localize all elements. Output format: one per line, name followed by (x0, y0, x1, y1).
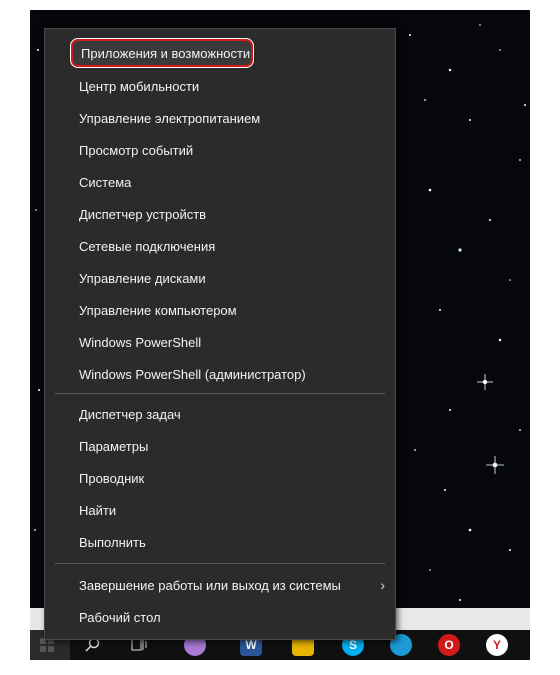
menu-item-label: Рабочий стол (79, 609, 161, 625)
menu-item-event-viewer[interactable]: Просмотр событий (45, 134, 395, 166)
menu-item-disk-management[interactable]: Управление дисками (45, 262, 395, 294)
menu-item-label: Сетевые подключения (79, 238, 216, 254)
menu-separator (55, 393, 385, 394)
menu-item-label: Управление компьютером (79, 302, 237, 318)
menu-item-label: Параметры (79, 438, 149, 454)
menu-item-label: Управление электропитанием (79, 110, 261, 126)
menu-item-shutdown[interactable]: Завершение работы или выход из системы › (45, 569, 395, 601)
menu-item-powershell[interactable]: Windows PowerShell (45, 326, 395, 358)
menu-separator (55, 563, 385, 564)
menu-item-label: Выполнить (79, 534, 146, 550)
menu-item-device-manager[interactable]: Диспетчер устройств (45, 198, 395, 230)
menu-item-label: Центр мобильности (79, 78, 200, 94)
menu-item-apps-features[interactable]: Приложения и возможности (71, 39, 253, 67)
windows-start-icon (40, 638, 54, 652)
menu-item-explorer[interactable]: Проводник (45, 462, 395, 494)
menu-item-label: Приложения и возможности (81, 45, 251, 61)
menu-item-label: Диспетчер устройств (79, 206, 207, 222)
menu-item-label: Проводник (79, 470, 145, 486)
menu-item-label: Система (79, 174, 132, 190)
menu-item-settings[interactable]: Параметры (45, 430, 395, 462)
menu-item-label: Просмотр событий (79, 142, 194, 158)
menu-item-search[interactable]: Найти (45, 494, 395, 526)
menu-item-desktop[interactable]: Рабочий стол (45, 601, 395, 633)
menu-item-mobility-center[interactable]: Центр мобильности (45, 70, 395, 102)
menu-item-label: Управление дисками (79, 270, 206, 286)
menu-item-label: Завершение работы или выход из системы (79, 577, 341, 593)
menu-item-label: Windows PowerShell (администратор) (79, 366, 306, 382)
menu-item-label: Windows PowerShell (79, 334, 202, 350)
menu-item-label: Диспетчер задач (79, 406, 181, 422)
menu-item-system[interactable]: Система (45, 166, 395, 198)
menu-item-label: Найти (79, 502, 117, 518)
winx-context-menu: Приложения и возможности Центр мобильнос… (44, 28, 396, 640)
menu-item-powershell-admin[interactable]: Windows PowerShell (администратор) (45, 358, 395, 390)
menu-item-task-manager[interactable]: Диспетчер задач (45, 398, 395, 430)
yandex-browser-icon[interactable]: Y (486, 634, 508, 656)
opera-icon[interactable]: O (438, 634, 460, 656)
menu-item-run[interactable]: Выполнить (45, 526, 395, 558)
menu-item-computer-management[interactable]: Управление компьютером (45, 294, 395, 326)
menu-item-network-connections[interactable]: Сетевые подключения (45, 230, 395, 262)
menu-item-power-options[interactable]: Управление электропитанием (45, 102, 395, 134)
chevron-right-icon: › (380, 577, 385, 593)
